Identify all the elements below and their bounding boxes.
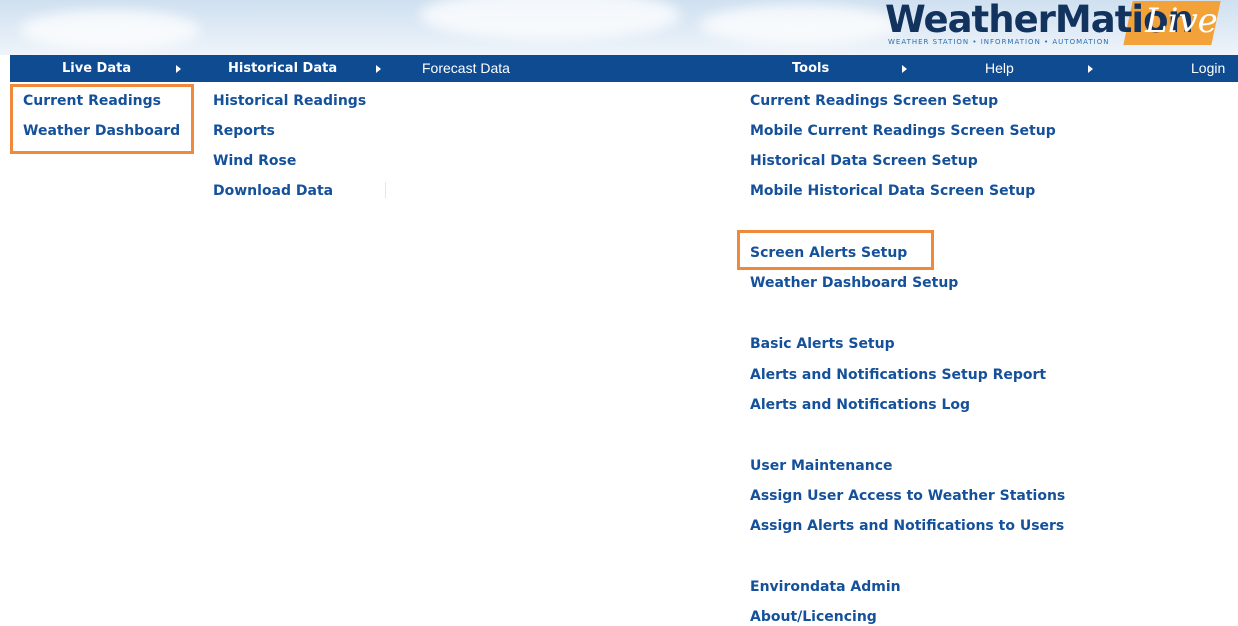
menu-user-maintenance[interactable]: User Maintenance: [750, 457, 892, 475]
logo-tagline: WEATHER STATION • INFORMATION • AUTOMATI…: [888, 38, 1110, 46]
submenu-arrow-icon: [902, 65, 907, 73]
weathermation-logo[interactable]: WeatherMation Live WEATHER STATION • INF…: [875, 0, 1230, 53]
submenu-arrow-icon: [376, 65, 381, 73]
cloud-decoration: [700, 5, 900, 45]
nav-login[interactable]: Login: [1191, 55, 1225, 82]
menu-download-data[interactable]: Download Data: [213, 182, 333, 200]
menu-mobile-historical-data-screen-setup[interactable]: Mobile Historical Data Screen Setup: [750, 182, 1035, 200]
menu-alerts-notifications-setup-report[interactable]: Alerts and Notifications Setup Report: [750, 366, 1046, 384]
nav-historical-data[interactable]: Historical Data: [228, 55, 337, 82]
menu-basic-alerts-setup[interactable]: Basic Alerts Setup: [750, 335, 895, 353]
nav-tools[interactable]: Tools: [792, 55, 829, 82]
menu-wind-rose[interactable]: Wind Rose: [213, 152, 296, 170]
menu-assign-user-access[interactable]: Assign User Access to Weather Stations: [750, 487, 1065, 505]
menu-weather-dashboard-setup[interactable]: Weather Dashboard Setup: [750, 274, 958, 292]
highlight-box: [737, 230, 934, 270]
logo-live-text: Live: [1145, 1, 1218, 41]
header-banner: WeatherMation Live WEATHER STATION • INF…: [0, 0, 1238, 55]
cloud-decoration: [20, 10, 200, 50]
menu-assign-alerts-to-users[interactable]: Assign Alerts and Notifications to Users: [750, 517, 1064, 535]
menu-current-readings-screen-setup[interactable]: Current Readings Screen Setup: [750, 92, 998, 110]
nav-help[interactable]: Help: [985, 55, 1014, 82]
highlight-box: [10, 84, 194, 154]
nav-forecast-data[interactable]: Forecast Data: [422, 55, 510, 82]
menu-alerts-notifications-log[interactable]: Alerts and Notifications Log: [750, 396, 970, 414]
main-nav-bar: Live Data Historical Data Forecast Data …: [10, 55, 1238, 82]
menu-mobile-current-readings-screen-setup[interactable]: Mobile Current Readings Screen Setup: [750, 122, 1056, 140]
menu-reports[interactable]: Reports: [213, 122, 275, 140]
nav-live-data[interactable]: Live Data: [62, 55, 131, 82]
menu-about-licencing[interactable]: About/Licencing: [750, 608, 877, 626]
submenu-arrow-icon: [176, 65, 181, 73]
menu-historical-readings[interactable]: Historical Readings: [213, 92, 366, 110]
menu-divider: [385, 182, 386, 198]
cloud-decoration: [420, 0, 680, 40]
menu-environdata-admin[interactable]: Environdata Admin: [750, 578, 901, 596]
submenu-arrow-icon: [1088, 65, 1093, 73]
menu-historical-data-screen-setup[interactable]: Historical Data Screen Setup: [750, 152, 978, 170]
